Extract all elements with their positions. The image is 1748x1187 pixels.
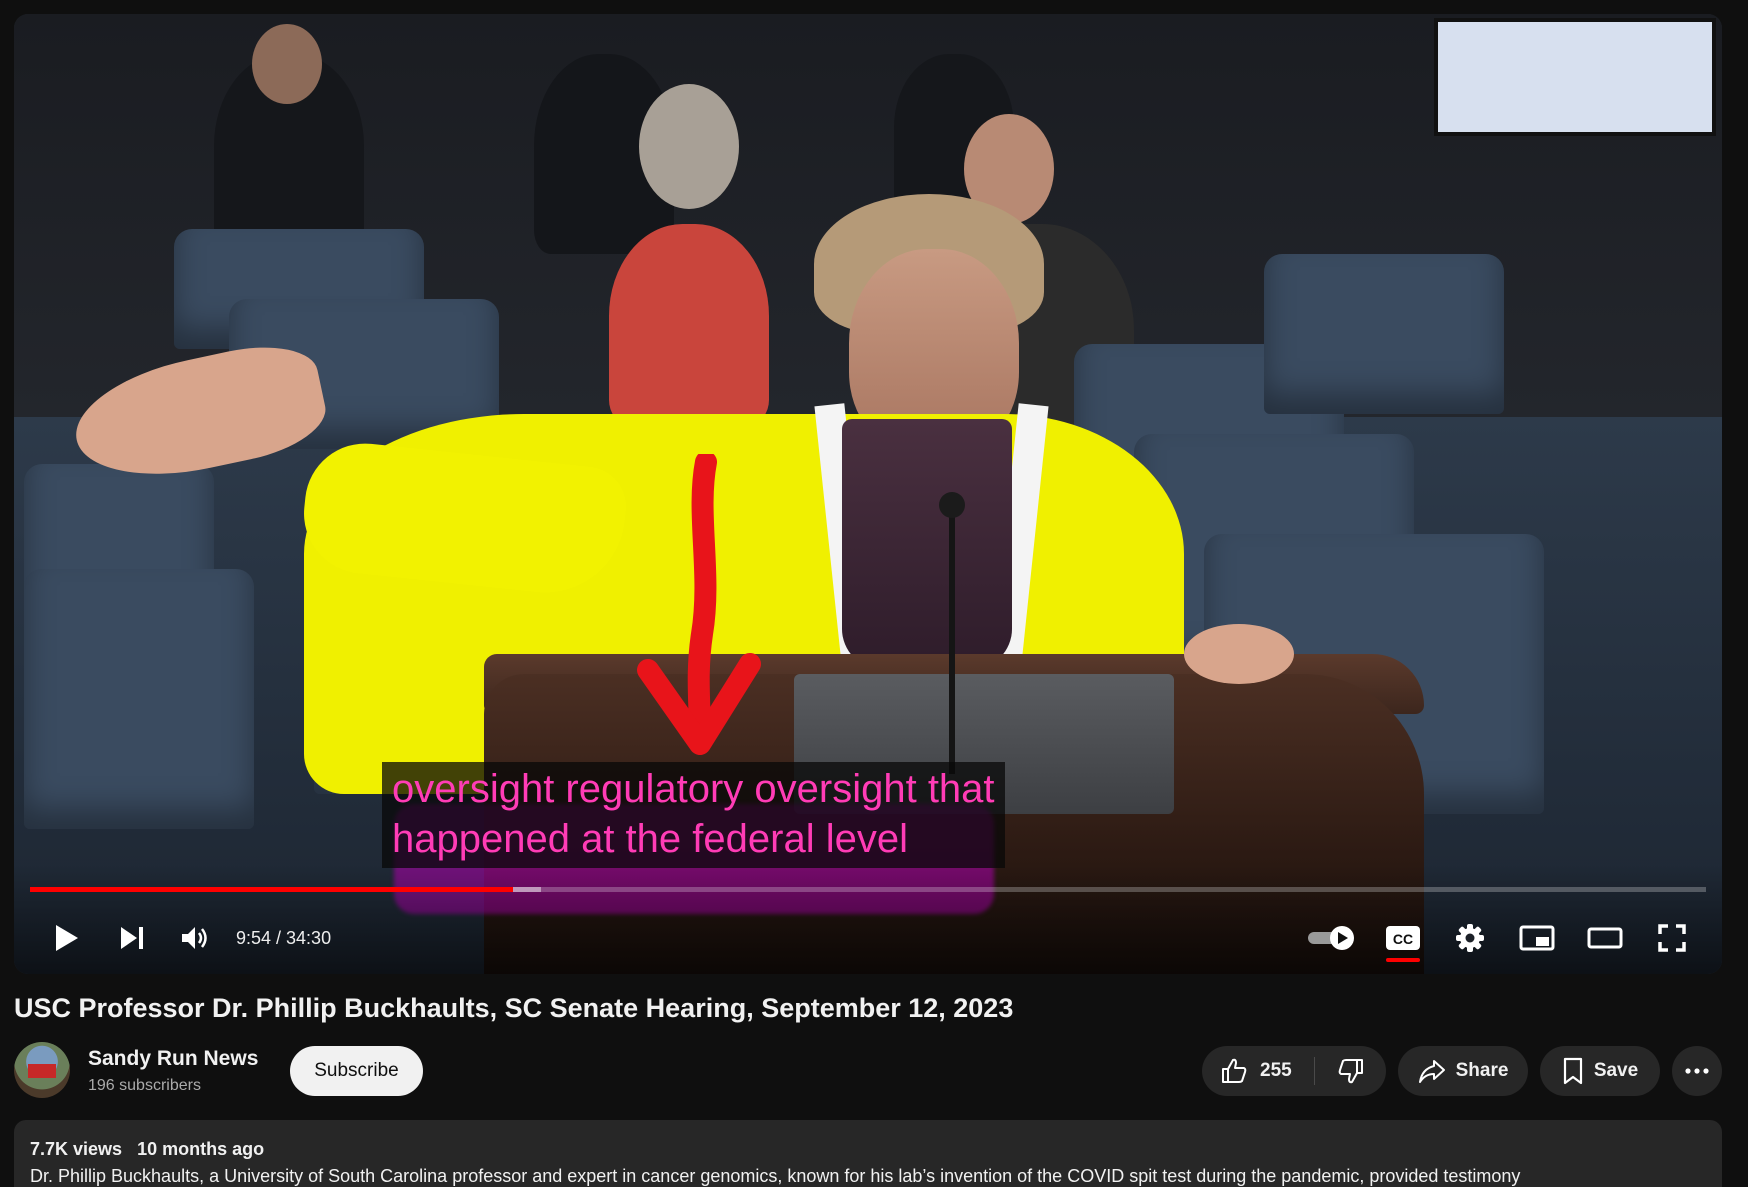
miniplayer-icon [1519,925,1555,951]
red-arrow-annotation [637,454,761,755]
like-count: 255 [1260,1060,1292,1081]
volume-button[interactable] [176,920,216,956]
share-button[interactable]: Share [1398,1046,1528,1096]
fullscreen-icon [1658,924,1686,952]
audience-head [252,24,322,104]
caption-line: happened at the federal level [392,817,908,861]
channel-avatar[interactable] [14,1042,70,1098]
thumbs-up-icon [1222,1058,1247,1083]
seat [1264,254,1504,414]
description-stats: 7.7K views 10 months ago [30,1139,264,1160]
channel-name[interactable]: Sandy Run News [88,1047,258,1071]
caption-line: oversight regulatory oversight that [392,767,995,811]
description-text: Dr. Phillip Buckhaults, a University of … [30,1166,1521,1186]
more-horizontal-icon [1685,1068,1709,1074]
captions-active-indicator [1386,958,1420,962]
audience-person [609,224,769,424]
video-player[interactable]: oversight regulatory oversight that happ… [14,14,1722,974]
volume-icon [182,927,207,949]
share-icon [1418,1060,1445,1083]
subscriber-count: 196 subscribers [88,1077,201,1094]
miniplayer-button[interactable] [1518,920,1556,956]
save-label: Save [1593,1060,1639,1081]
controls-gradient [14,864,1722,974]
seat [24,569,254,829]
autoplay-toggle[interactable] [1306,920,1358,956]
play-button[interactable] [46,920,86,956]
closed-caption: oversight regulatory oversight that happ… [382,762,1005,868]
upload-age: 10 months ago [137,1139,265,1159]
settings-button[interactable] [1452,920,1488,956]
projection-screen [1434,18,1716,136]
next-button[interactable] [112,920,152,956]
speaker-shirt [842,419,1012,669]
cc-icon: CC [1386,926,1420,950]
like-dislike-group: 255 [1202,1046,1386,1096]
like-button[interactable]: 255 [1202,1046,1314,1096]
speaker-hand [1184,624,1294,684]
microphone-head [939,492,965,518]
progress-bar[interactable] [30,887,1706,892]
view-count: 7.7K views [30,1139,123,1159]
video-title: USC Professor Dr. Phillip Buckhaults, SC… [14,993,1014,1023]
next-icon [121,927,143,949]
play-icon [56,925,78,951]
svg-text:CC: CC [1393,931,1413,947]
captions-button[interactable]: CC [1384,920,1422,956]
dislike-button[interactable] [1315,1046,1386,1096]
microphone-stand [949,504,955,774]
gear-icon [1456,924,1484,952]
theater-icon [1587,927,1623,949]
autoplay-toggle-icon [1308,926,1354,950]
subscribe-button[interactable]: Subscribe [290,1046,423,1096]
avatar-barn-image [28,1064,56,1078]
fullscreen-button[interactable] [1654,920,1690,956]
bookmark-icon [1563,1057,1582,1085]
share-label: Share [1455,1060,1509,1081]
time-display: 9:54 / 34:30 [236,928,332,948]
save-button[interactable]: Save [1540,1046,1660,1096]
more-actions-button[interactable] [1672,1046,1722,1096]
thumbs-down-icon [1338,1059,1363,1084]
audience-head [639,84,739,209]
video-frame[interactable]: oversight regulatory oversight that happ… [14,14,1722,974]
progress-played [30,887,513,892]
theater-mode-button[interactable] [1586,920,1624,956]
